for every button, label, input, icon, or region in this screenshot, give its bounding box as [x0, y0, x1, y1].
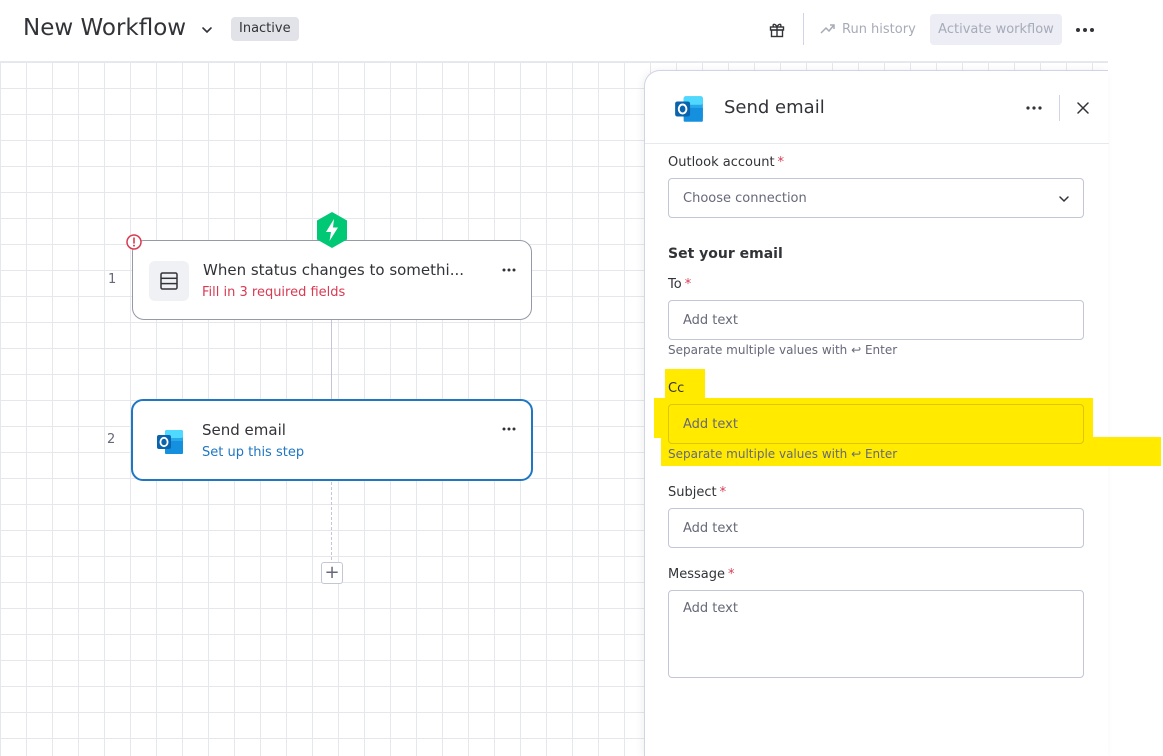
workflow-title[interactable]: New Workflow	[23, 15, 186, 41]
board-icon	[160, 272, 178, 290]
to-input[interactable]	[683, 312, 1083, 328]
workflow-header: New Workflow Inactive Run history Activa…	[0, 0, 1108, 62]
to-hint: Separate multiple values with ↩ Enter	[668, 343, 898, 357]
status-badge: Inactive	[231, 17, 299, 41]
more-horizontal-icon	[1076, 28, 1094, 32]
cc-input[interactable]	[683, 416, 1083, 432]
add-step-button[interactable]: +	[321, 562, 343, 584]
to-label: To *	[668, 277, 692, 292]
chevron-down-icon[interactable]	[199, 22, 215, 38]
panel-header-divider	[1059, 95, 1060, 121]
subject-label: Subject *	[668, 485, 727, 500]
run-history-button[interactable]: Run history	[820, 14, 916, 44]
step-connector-dashed	[331, 482, 332, 560]
error-icon	[126, 234, 142, 250]
outlook-icon	[675, 96, 703, 122]
trigger-step-more-button[interactable]	[499, 261, 519, 279]
subject-field-wrap	[668, 508, 1084, 548]
trigger-step-card[interactable]: When status changes to somethi... Fill i…	[132, 240, 532, 320]
chevron-down-icon	[1059, 196, 1069, 203]
panel-title: Send email	[724, 97, 825, 118]
run-history-label: Run history	[842, 21, 916, 37]
trigger-step-title: When status changes to somethi...	[203, 261, 465, 279]
action-step-card[interactable]: Send email Set up this step	[131, 399, 533, 481]
header-more-button[interactable]	[1073, 19, 1097, 41]
message-label: Message *	[668, 567, 735, 582]
header-divider	[803, 13, 804, 45]
more-horizontal-icon	[1026, 106, 1042, 110]
action-step-setup-link[interactable]: Set up this step	[202, 445, 304, 460]
trigger-icon-box	[149, 261, 189, 301]
outlook-account-value: Choose connection	[683, 190, 807, 206]
panel-more-button[interactable]	[1023, 98, 1045, 118]
step-number: 1	[108, 272, 117, 287]
action-step-more-button[interactable]	[499, 420, 519, 438]
outlook-account-label: Outlook account *	[668, 155, 785, 170]
action-step-title: Send email	[202, 421, 286, 439]
gift-icon	[769, 23, 785, 38]
trend-icon	[820, 24, 835, 34]
outlook-icon	[157, 430, 183, 454]
cc-label: Cc	[668, 381, 685, 396]
to-field-wrap	[668, 300, 1084, 340]
cc-hint: Separate multiple values with ↩ Enter	[668, 447, 898, 461]
activate-workflow-button[interactable]: Activate workflow	[930, 14, 1062, 45]
message-textarea[interactable]	[683, 601, 1083, 671]
panel-close-button[interactable]	[1073, 98, 1093, 118]
step-number: 2	[107, 432, 116, 447]
more-horizontal-icon	[502, 268, 516, 272]
gift-button[interactable]	[766, 19, 788, 41]
message-field-wrap	[668, 590, 1084, 678]
section-title: Set your email	[668, 246, 783, 262]
more-horizontal-icon	[502, 427, 516, 431]
trigger-bolt-icon	[317, 212, 347, 248]
outlook-account-select[interactable]: Choose connection	[668, 178, 1084, 218]
step-connector	[331, 320, 332, 400]
cc-field-wrap	[668, 404, 1084, 444]
trigger-step-error: Fill in 3 required fields	[202, 285, 346, 300]
panel-header: Send email	[645, 71, 1109, 144]
close-icon	[1077, 102, 1089, 114]
subject-input[interactable]	[683, 520, 1083, 536]
